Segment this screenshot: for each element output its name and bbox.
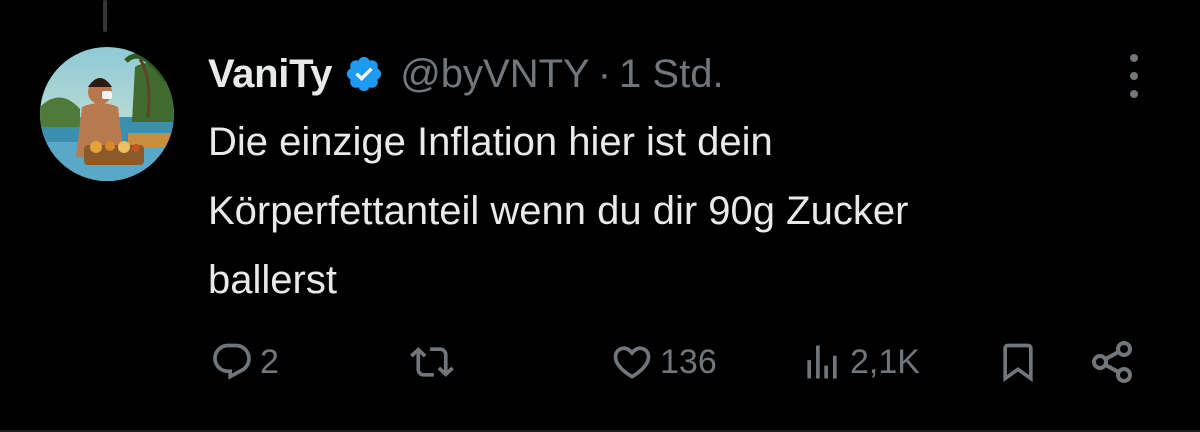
avatar-image [40,47,174,181]
avatar[interactable] [40,47,174,181]
like-count: 136 [660,342,717,381]
views-icon [800,340,844,384]
separator-dot: · [597,51,612,96]
heart-icon [610,340,654,384]
views-count: 2,1K [850,342,920,381]
post-timestamp[interactable]: 1 Std. [619,52,724,97]
author-handle[interactable]: @byVNTY [400,52,590,97]
post-text: Die einzige Inflation hier ist dein Körp… [208,120,909,302]
reply-icon [210,340,254,384]
thread-connector-line [103,0,107,32]
author-name[interactable]: VaniTy [208,52,332,97]
more-icon[interactable] [1118,54,1150,98]
like-button[interactable]: 136 [610,336,717,388]
post-header: VaniTy @byVNTY · 1 Std. [208,46,724,102]
verified-badge-icon [344,54,384,94]
repost-icon [408,340,456,384]
bookmark-icon [996,340,1040,384]
more-dot [1130,72,1138,80]
action-bar: 2 136 2,1K [0,336,1200,388]
share-icon [1088,338,1136,386]
reply-count: 2 [260,342,279,381]
bookmark-button[interactable] [996,336,1040,388]
more-dot [1130,54,1138,62]
repost-button[interactable] [408,336,462,388]
reply-button[interactable]: 2 [210,336,279,388]
share-button[interactable] [1088,336,1136,388]
more-dot [1130,90,1138,98]
views-button[interactable]: 2,1K [800,336,920,388]
